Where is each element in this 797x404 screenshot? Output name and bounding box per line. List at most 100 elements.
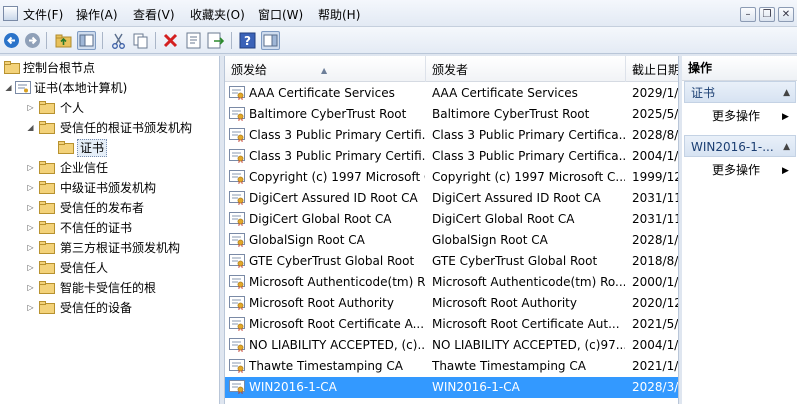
cut-icon[interactable] — [109, 31, 128, 50]
table-row[interactable]: Baltimore CyberTrust Root Baltimore Cyber… — [225, 104, 678, 125]
certificate-icon — [229, 149, 245, 163]
show-hide-tree-icon[interactable] — [77, 31, 96, 50]
cell-issued-by: Microsoft Authenticode(tm) Ro... — [432, 275, 625, 289]
collapse-icon[interactable]: ▲ — [783, 82, 790, 102]
up-folder-icon[interactable] — [54, 31, 73, 50]
expand-icon[interactable]: ▷ — [26, 223, 35, 232]
actions-section-selected-cert[interactable]: WIN2016-1-... ▲ — [684, 135, 796, 157]
tree-item-personal[interactable]: ▷ 个人 — [0, 98, 219, 118]
expand-icon[interactable]: ▷ — [26, 243, 35, 252]
menu-file[interactable]: 文件(F) — [23, 7, 63, 23]
table-row[interactable]: NO LIABILITY ACCEPTED, (c)... NO LIABILIT… — [225, 335, 678, 356]
menu-action[interactable]: 操作(A) — [76, 7, 118, 23]
expand-icon[interactable]: ▷ — [26, 263, 35, 272]
tree-item-third-party-root-ca[interactable]: ▷ 第三方根证书颁发机构 — [0, 238, 219, 258]
cell-issued-to: GTE CyberTrust Global Root — [249, 254, 415, 268]
tree-item-console-root[interactable]: 控制台根节点 — [0, 58, 219, 78]
menu-view[interactable]: 查看(V) — [133, 7, 175, 23]
table-row[interactable]: Class 3 Public Primary Certifi... Class 3… — [225, 146, 678, 167]
expand-icon[interactable]: ▷ — [26, 103, 35, 112]
tree-item-trusted-publishers[interactable]: ▷ 受信任的发布者 — [0, 198, 219, 218]
tree-item-label: 个人 — [60, 101, 85, 115]
help-icon[interactable]: ? — [238, 31, 257, 50]
table-row[interactable]: Class 3 Public Primary Certifi... Class 3… — [225, 125, 679, 146]
column-header-issued-by[interactable]: 颁发者 — [426, 56, 626, 82]
copy-icon[interactable] — [131, 31, 150, 50]
certificate-icon — [229, 254, 245, 268]
table-row[interactable]: Microsoft Root Authority Microsoft Root A… — [225, 293, 678, 314]
cell-expiration: 2029/1/1 — [632, 86, 679, 100]
table-row[interactable]: Microsoft Authenticode(tm) Ro... Microsof… — [225, 272, 679, 293]
tree-item-trusted-people[interactable]: ▷ 受信任人 — [0, 258, 219, 278]
cell-issued-by: Microsoft Root Certificate Aut... — [432, 317, 620, 331]
tree-item-certificates-local[interactable]: ◢ 证书(本地计算机) — [0, 78, 219, 98]
forward-arrow-icon[interactable] — [23, 31, 42, 50]
table-row[interactable]: DigiCert Global Root CA DigiCert Global R… — [225, 209, 678, 230]
table-row[interactable]: DigiCert Assured ID Root CA DigiCert Assu… — [225, 188, 678, 209]
tree-item-untrusted-certificates[interactable]: ▷ 不信任的证书 — [0, 218, 219, 238]
actions-title: 操作 — [682, 56, 797, 81]
back-arrow-icon[interactable] — [2, 31, 21, 50]
restore-button[interactable]: ❐ — [759, 7, 775, 22]
close-button[interactable]: ✕ — [778, 7, 794, 22]
table-row[interactable]: Thawte Timestamping CA Thawte Timestampin… — [225, 356, 678, 377]
menu-window[interactable]: 窗口(W) — [258, 7, 303, 23]
certificate-icon — [229, 107, 245, 121]
expand-icon[interactable]: ▷ — [26, 183, 35, 192]
tree-item-label: 第三方根证书颁发机构 — [60, 241, 181, 255]
console-tree: 控制台根节点 ◢ 证书(本地计算机) ▷ 个人 ◢ 受信任的根证书颁发机构 证书… — [0, 56, 220, 404]
tree-item-label: 受信任的发布者 — [60, 201, 145, 215]
table-row[interactable]: GTE CyberTrust Global Root GTE CyberTrust… — [225, 251, 679, 272]
menu-favorites[interactable]: 收藏夹(O) — [190, 7, 245, 23]
more-actions-item[interactable]: 更多操作 — [712, 107, 760, 125]
table-row[interactable]: AAA Certificate Services AAA Certificate … — [225, 83, 679, 104]
tree-item-label: 受信任的设备 — [60, 301, 133, 315]
cell-issued-to: DigiCert Assured ID Root CA — [249, 191, 418, 205]
cell-issued-to: Microsoft Root Certificate A... — [249, 317, 425, 331]
show-hide-action-pane-icon[interactable] — [261, 31, 280, 50]
cell-expiration: 2000/1/1 — [632, 275, 679, 289]
column-header-issued-to[interactable]: 颁发给 ▲ — [225, 56, 426, 82]
certificate-icon — [229, 233, 245, 247]
menu-help[interactable]: 帮助(H) — [318, 7, 360, 23]
minimize-button[interactable]: – — [740, 7, 756, 22]
tree-item-label: 受信任人 — [60, 261, 109, 275]
actions-section-certificates[interactable]: 证书 ▲ — [684, 81, 796, 103]
cell-issued-by: WIN2016-1-CA — [432, 380, 520, 394]
delete-icon[interactable] — [161, 31, 180, 50]
app-icon[interactable] — [3, 6, 18, 21]
expand-icon[interactable]: ▷ — [26, 203, 35, 212]
cell-issued-to: DigiCert Global Root CA — [249, 212, 392, 226]
cert-store-icon — [15, 81, 31, 94]
cell-expiration: 2028/8/2 — [632, 128, 679, 142]
table-row[interactable]: WIN2016-1-CA WIN2016-1-CA 2028/3/1 — [225, 377, 678, 398]
cell-issued-to: Copyright (c) 1997 Microsoft C... — [249, 170, 425, 184]
expand-icon[interactable]: ◢ — [4, 83, 13, 92]
tree-item-label: 证书 — [77, 139, 108, 157]
chevron-right-icon: ▶ — [782, 166, 789, 176]
collapse-icon[interactable]: ▲ — [783, 136, 790, 156]
table-row[interactable]: Copyright (c) 1997 Microsoft C... Copyrig… — [225, 167, 678, 188]
properties-icon[interactable] — [184, 31, 203, 50]
table-row[interactable]: GlobalSign Root CA GlobalSign Root CA 2028… — [225, 230, 678, 251]
tree-item-smart-card-trusted-roots[interactable]: ▷ 智能卡受信任的根 — [0, 278, 219, 298]
table-row[interactable]: Microsoft Root Certificate A... Microsoft… — [225, 314, 678, 335]
folder-icon — [39, 181, 55, 194]
column-header-expiration[interactable]: 截止日期 — [626, 56, 678, 82]
more-actions-item[interactable]: 更多操作 — [712, 161, 760, 179]
tree-item-trusted-root-ca[interactable]: ◢ 受信任的根证书颁发机构 — [0, 118, 219, 138]
cell-expiration: 2018/8/14 — [632, 254, 679, 268]
expand-icon[interactable]: ◢ — [26, 123, 35, 132]
certificate-icon — [229, 359, 245, 373]
export-list-icon[interactable] — [206, 31, 225, 50]
tree-item-trusted-devices[interactable]: ▷ 受信任的设备 — [0, 298, 219, 318]
tree-item-certificates[interactable]: 证书 — [0, 138, 219, 158]
tree-item-enterprise-trust[interactable]: ▷ 企业信任 — [0, 158, 219, 178]
expand-icon[interactable]: ▷ — [26, 303, 35, 312]
tree-item-intermediate-ca[interactable]: ▷ 中级证书颁发机构 — [0, 178, 219, 198]
tree-item-label: 受信任的根证书颁发机构 — [60, 121, 193, 135]
tree-item-label: 证书(本地计算机) — [34, 81, 128, 95]
certificate-list: 颁发给 ▲ 颁发者 截止日期 AAA Certificate Services A… — [224, 56, 679, 404]
expand-icon[interactable]: ▷ — [26, 283, 35, 292]
expand-icon[interactable]: ▷ — [26, 163, 35, 172]
